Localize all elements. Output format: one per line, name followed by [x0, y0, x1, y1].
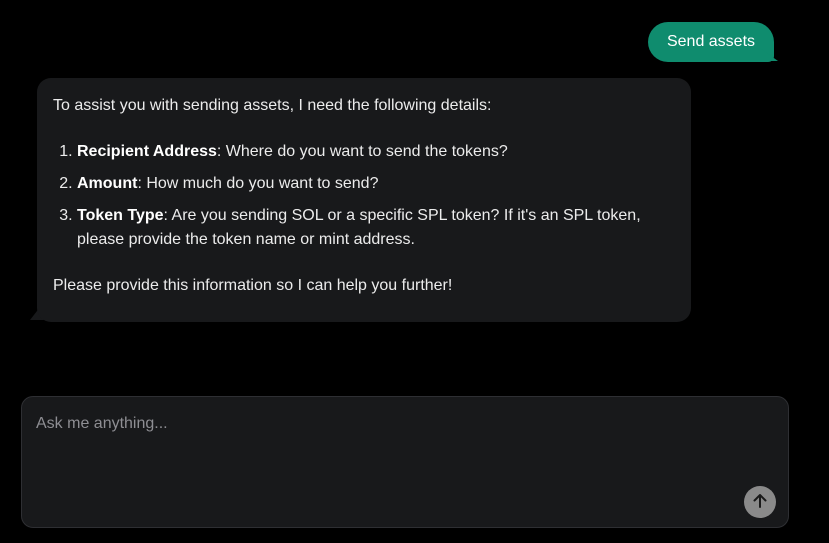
list-item-text: : Where do you want to send the tokens? — [216, 143, 508, 160]
user-message-text: Send assets — [666, 33, 756, 50]
arrow-up-icon — [751, 492, 769, 513]
send-button[interactable] — [744, 486, 776, 518]
assistant-intro: To assist you with sending assets, I nee… — [53, 97, 492, 114]
list-item-token-type: Token Type: Are you sending SOL or a spe… — [77, 204, 675, 252]
assistant-outro: Please provide this information so I can… — [53, 277, 453, 294]
list-item-label: Token Type — [77, 207, 164, 224]
list-item-label: Amount — [77, 175, 138, 192]
message-input[interactable] — [36, 409, 736, 439]
user-message: Send assets — [648, 22, 774, 62]
message-composer — [21, 396, 789, 528]
details-list: Recipient Address: Where do you want to … — [53, 140, 675, 252]
list-item-amount: Amount: How much do you want to send? — [77, 172, 675, 196]
user-message-tail — [760, 48, 778, 61]
assistant-message: To assist you with sending assets, I nee… — [37, 78, 691, 322]
chat-view: Send assets To assist you with sending a… — [0, 0, 829, 543]
list-item-text: : How much do you want to send? — [137, 175, 379, 192]
list-item-label: Recipient Address — [77, 143, 217, 160]
list-item-recipient-address: Recipient Address: Where do you want to … — [77, 140, 675, 164]
